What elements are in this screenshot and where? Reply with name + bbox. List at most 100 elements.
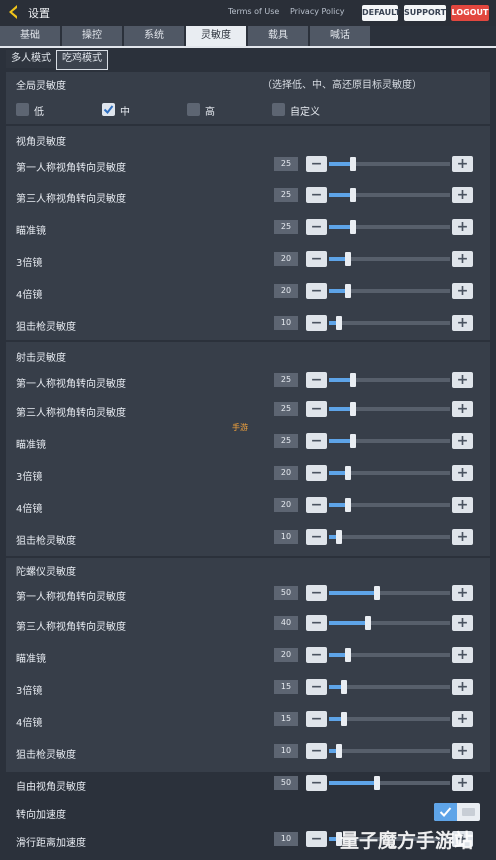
slider-track[interactable]: [329, 373, 450, 387]
terms-link[interactable]: Terms of Use: [228, 7, 279, 16]
increase-button[interactable]: +: [452, 156, 473, 172]
slider-knob[interactable]: [345, 252, 351, 266]
turn-acceleration-toggle[interactable]: [434, 803, 480, 821]
increase-button[interactable]: +: [452, 372, 473, 388]
increase-button[interactable]: +: [452, 775, 473, 791]
decrease-button[interactable]: −: [306, 283, 327, 299]
slider-knob[interactable]: [345, 284, 351, 298]
support-button[interactable]: SUPPORT: [404, 5, 446, 21]
slider-track[interactable]: [329, 157, 450, 171]
slider-track[interactable]: [329, 402, 450, 416]
increase-button[interactable]: +: [452, 497, 473, 513]
slider-knob[interactable]: [350, 373, 356, 387]
decrease-button[interactable]: −: [306, 315, 327, 331]
slider-knob[interactable]: [345, 498, 351, 512]
slider-track[interactable]: [329, 530, 450, 544]
toggle-off-indicator: [462, 808, 475, 816]
decrease-button[interactable]: −: [306, 465, 327, 481]
decrease-button[interactable]: −: [306, 679, 327, 695]
slider-knob[interactable]: [345, 648, 351, 662]
increase-button[interactable]: +: [452, 585, 473, 601]
increase-button[interactable]: +: [452, 711, 473, 727]
slider-track[interactable]: [329, 220, 450, 234]
increase-button[interactable]: +: [452, 251, 473, 267]
logout-button[interactable]: LOGOUT: [451, 5, 489, 21]
checkbox-checked[interactable]: [102, 103, 115, 116]
slider-track[interactable]: [329, 680, 450, 694]
checkbox[interactable]: [187, 103, 200, 116]
slider-track[interactable]: [329, 616, 450, 630]
decrease-button[interactable]: −: [306, 615, 327, 631]
decrease-button[interactable]: −: [306, 497, 327, 513]
increase-button[interactable]: +: [452, 401, 473, 417]
increase-button[interactable]: +: [452, 679, 473, 695]
slider-knob[interactable]: [336, 530, 342, 544]
slider-track[interactable]: [329, 434, 450, 448]
decrease-button[interactable]: −: [306, 743, 327, 759]
tab-basic[interactable]: 基础: [0, 26, 60, 46]
decrease-button[interactable]: −: [306, 433, 327, 449]
value-display: 25: [274, 188, 298, 202]
slider-track[interactable]: [329, 744, 450, 758]
slider-knob[interactable]: [365, 616, 371, 630]
decrease-button[interactable]: −: [306, 187, 327, 203]
increase-button[interactable]: +: [452, 283, 473, 299]
slider-knob[interactable]: [350, 188, 356, 202]
checkbox[interactable]: [16, 103, 29, 116]
decrease-button[interactable]: −: [306, 585, 327, 601]
slider-knob[interactable]: [374, 776, 380, 790]
slider-knob[interactable]: [350, 220, 356, 234]
increase-button[interactable]: +: [452, 187, 473, 203]
checkbox[interactable]: [272, 103, 285, 116]
slider-track[interactable]: [329, 284, 450, 298]
decrease-button[interactable]: −: [306, 156, 327, 172]
decrease-button[interactable]: −: [306, 775, 327, 791]
slider-track[interactable]: [329, 712, 450, 726]
slider-track[interactable]: [329, 466, 450, 480]
plus-icon: +: [456, 615, 469, 631]
tab-controls[interactable]: 操控: [62, 26, 122, 46]
increase-button[interactable]: +: [452, 743, 473, 759]
back-arrow-icon[interactable]: [6, 4, 22, 20]
tab-voice[interactable]: 喊话: [310, 26, 370, 46]
privacy-link[interactable]: Privacy Policy: [290, 7, 345, 16]
tab-battle-royale-mode[interactable]: 吃鸡模式: [56, 50, 108, 70]
decrease-button[interactable]: −: [306, 831, 327, 847]
slider-track[interactable]: [329, 648, 450, 662]
slider-track[interactable]: [329, 252, 450, 266]
increase-button[interactable]: +: [452, 647, 473, 663]
slider-track[interactable]: [329, 776, 450, 790]
increase-button[interactable]: +: [452, 615, 473, 631]
decrease-button[interactable]: −: [306, 251, 327, 267]
slider-knob[interactable]: [341, 680, 347, 694]
decrease-button[interactable]: −: [306, 401, 327, 417]
slider-track[interactable]: [329, 586, 450, 600]
slider-knob[interactable]: [336, 316, 342, 330]
increase-button[interactable]: +: [452, 529, 473, 545]
slider-track[interactable]: [329, 188, 450, 202]
tab-vehicle[interactable]: 载具: [248, 26, 308, 46]
value-display: 25: [274, 373, 298, 387]
slider-track[interactable]: [329, 498, 450, 512]
slider-knob[interactable]: [341, 712, 347, 726]
slider-knob[interactable]: [350, 434, 356, 448]
slider-knob[interactable]: [350, 402, 356, 416]
decrease-button[interactable]: −: [306, 529, 327, 545]
decrease-button[interactable]: −: [306, 372, 327, 388]
tab-system[interactable]: 系统: [124, 26, 184, 46]
slider-knob[interactable]: [350, 157, 356, 171]
slider-knob[interactable]: [345, 466, 351, 480]
increase-button[interactable]: +: [452, 219, 473, 235]
slider-knob[interactable]: [336, 744, 342, 758]
increase-button[interactable]: +: [452, 433, 473, 449]
default-button[interactable]: DEFAULT: [362, 5, 400, 21]
decrease-button[interactable]: −: [306, 711, 327, 727]
decrease-button[interactable]: −: [306, 647, 327, 663]
slider-track[interactable]: [329, 316, 450, 330]
tab-sensitivity[interactable]: 灵敏度: [186, 26, 246, 46]
slider-knob[interactable]: [374, 586, 380, 600]
increase-button[interactable]: +: [452, 315, 473, 331]
tab-multiplayer-mode[interactable]: 多人模式: [6, 50, 56, 68]
decrease-button[interactable]: −: [306, 219, 327, 235]
increase-button[interactable]: +: [452, 465, 473, 481]
